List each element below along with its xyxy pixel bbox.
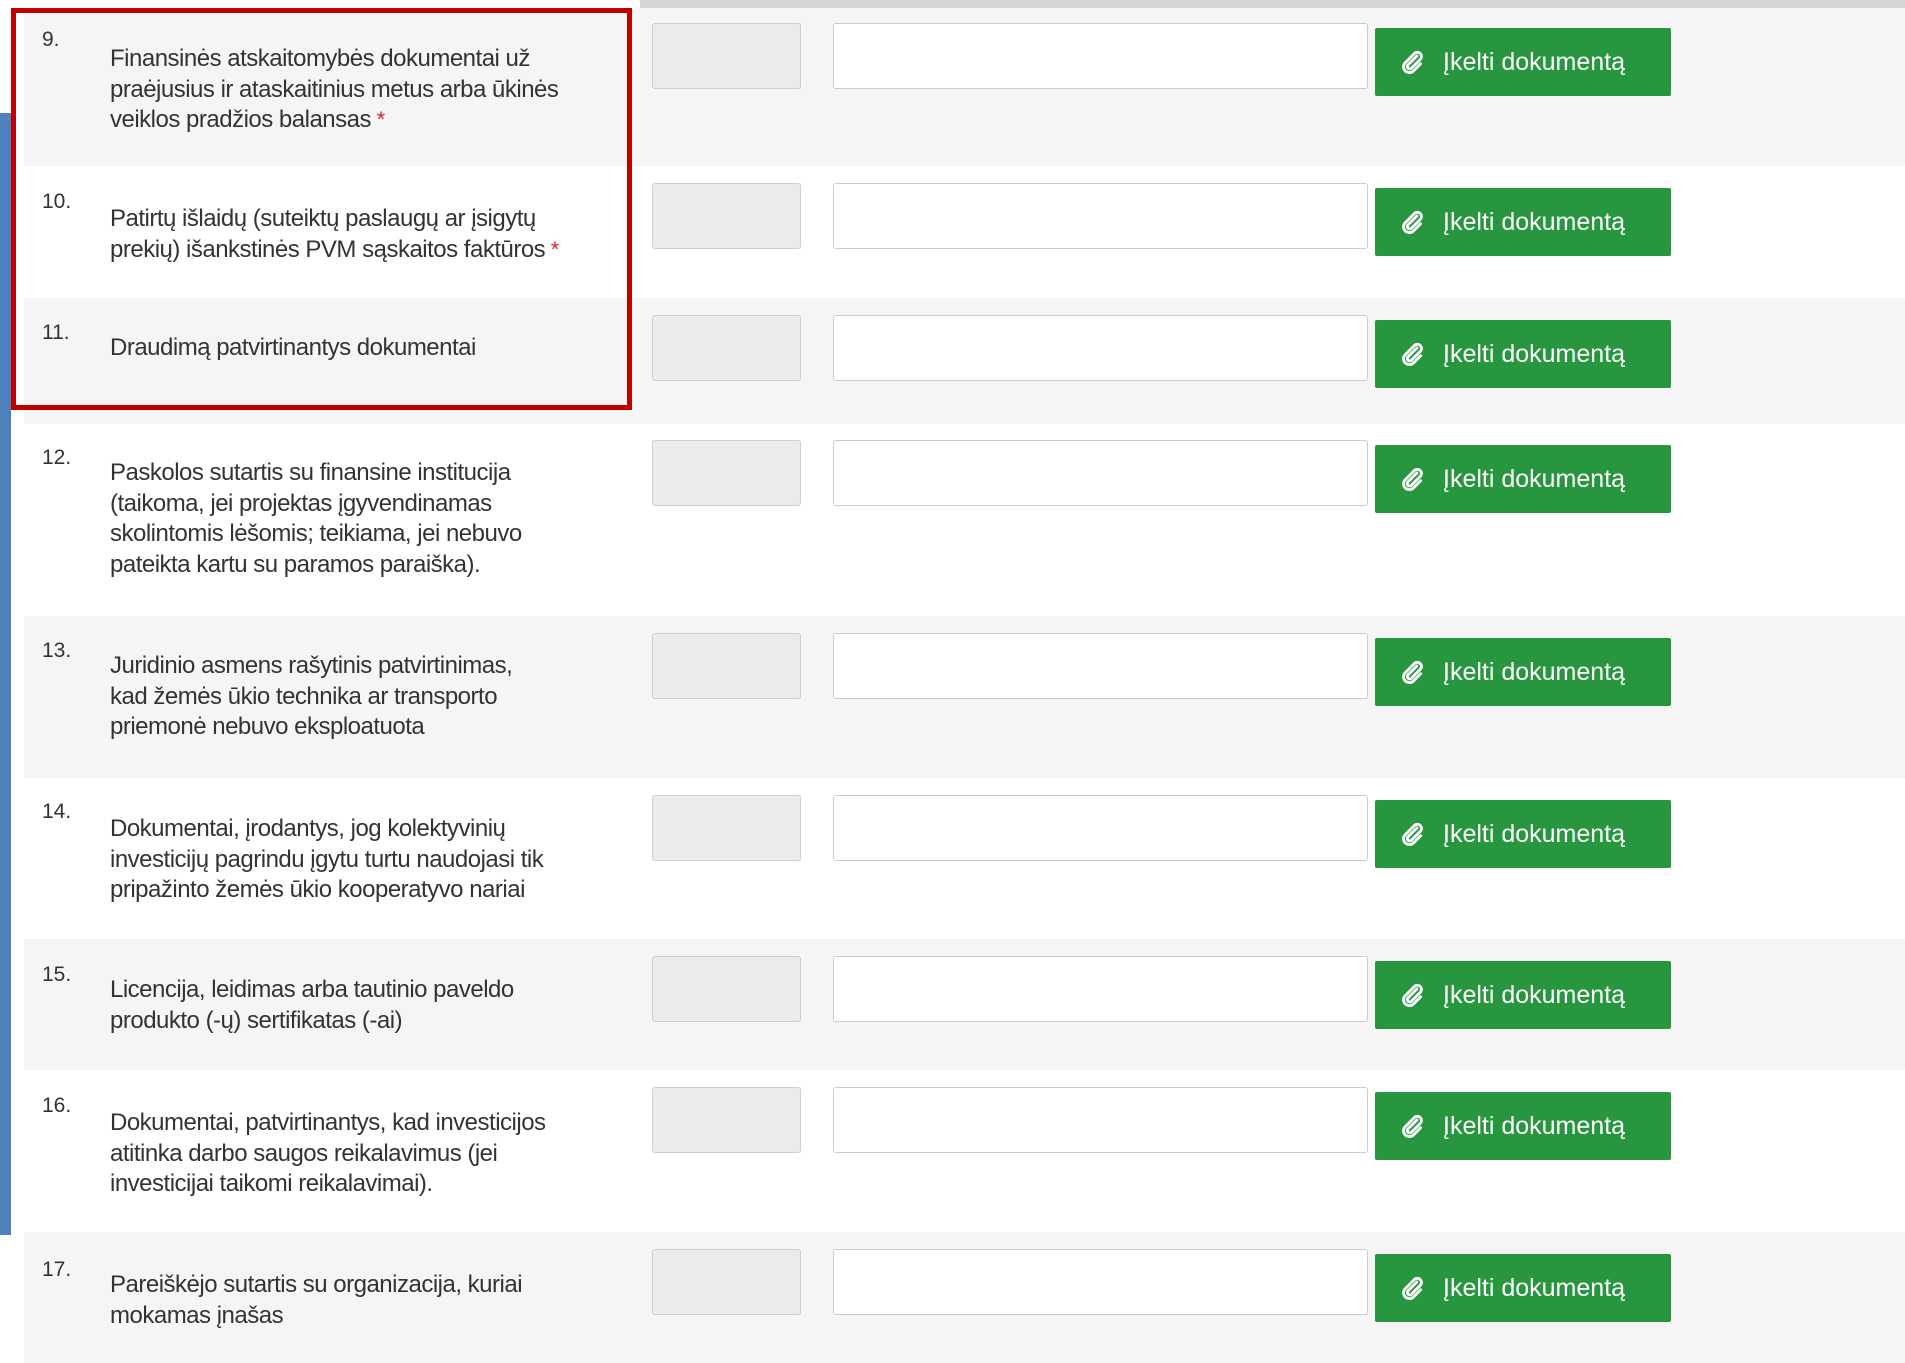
disabled-field	[652, 633, 801, 699]
paperclip-icon	[1399, 821, 1443, 847]
upload-document-button[interactable]: Įkelti dokumentą	[1375, 638, 1671, 706]
document-row: 10. Patirtų išlaidų (suteiktų paslaugų ar…	[24, 166, 1905, 298]
upload-document-button[interactable]: Įkelti dokumentą	[1375, 445, 1671, 513]
document-label-line: praėjusius ir ataskaitinius metus arba ū…	[110, 75, 559, 103]
paperclip-icon	[1399, 466, 1443, 492]
disabled-field	[652, 315, 801, 381]
upload-button-label: Įkelti dokumentą	[1443, 1273, 1626, 1302]
paperclip-icon	[1399, 49, 1443, 75]
document-label: Licencija, leidimas arba tautinio paveld…	[110, 975, 650, 1036]
document-label: Dokumentai, patvirtinantys, kad investic…	[110, 1108, 650, 1200]
document-row: 12. Paskolos sutartis su finansine instit…	[24, 424, 1905, 616]
document-label-line: Paskolos sutartis su finansine instituci…	[110, 459, 511, 486]
row-number: 14.	[42, 800, 72, 823]
upload-document-button[interactable]: Įkelti dokumentą	[1375, 188, 1671, 256]
file-name-field[interactable]	[833, 23, 1368, 89]
file-name-field[interactable]	[833, 315, 1368, 381]
document-row: 17. Pareiškėjo sutartis su organizacija, …	[24, 1232, 1905, 1363]
document-row: 14. Dokumentai, įrodantys, jog kolektyvin…	[24, 778, 1905, 939]
disabled-field	[652, 1087, 801, 1153]
document-label-line: investicijų pagrindu įgytu turtu naudoja…	[110, 845, 544, 873]
upload-button-label: Įkelti dokumentą	[1443, 339, 1626, 368]
upload-button-label: Įkelti dokumentą	[1443, 819, 1626, 848]
row-number: 9.	[42, 28, 60, 51]
upload-button-label: Įkelti dokumentą	[1443, 464, 1626, 493]
document-row: 9. Finansinės atskaitomybės dokumentai už…	[24, 8, 1905, 166]
document-label-line: pripažinto žemės ūkio kooperatyvo nariai	[110, 876, 525, 903]
disabled-field	[652, 23, 801, 89]
document-label-line: Licencija, leidimas arba tautinio paveld…	[110, 976, 514, 1003]
document-label-line: pateikta kartu su paramos paraiška).	[110, 550, 481, 578]
document-label-line: investicijai taikomi reikalavimai).	[110, 1170, 433, 1197]
document-label: Draudimą patvirtinantys dokumentai	[110, 333, 650, 364]
document-row: 11. Draudimą patvirtinantys dokumentai Įke…	[24, 298, 1905, 424]
file-name-field[interactable]	[833, 1249, 1368, 1315]
document-label: Finansinės atskaitomybės dokumentai už pr…	[110, 44, 650, 136]
row-number: 10.	[42, 190, 72, 213]
document-label: Pareiškėjo sutartis su organizacija, kur…	[110, 1270, 650, 1331]
document-label-line: atitinka darbo saugos reikalavimus (jei	[110, 1139, 498, 1167]
document-label: Dokumentai, įrodantys, jog kolektyvinių i…	[110, 814, 650, 906]
document-label-line: veiklos pradžios balansas *	[110, 106, 386, 133]
upload-document-button[interactable]: Įkelti dokumentą	[1375, 320, 1671, 388]
document-label-line: Dokumentai, įrodantys, jog kolektyvinių	[110, 815, 506, 842]
document-label-line: kad žemės ūkio technika ar transporto	[110, 682, 498, 710]
row-number: 15.	[42, 963, 72, 986]
disabled-field	[652, 1249, 801, 1315]
file-name-field[interactable]	[833, 956, 1368, 1022]
paperclip-icon	[1399, 209, 1443, 235]
upload-document-button[interactable]: Įkelti dokumentą	[1375, 800, 1671, 868]
required-asterisk: *	[370, 107, 386, 132]
file-name-field[interactable]	[833, 633, 1368, 699]
document-label-line: mokamas įnašas	[110, 1301, 284, 1329]
left-accent-bar	[0, 113, 11, 1235]
document-label-line: Dokumentai, patvirtinantys, kad investic…	[110, 1109, 546, 1136]
upload-document-button[interactable]: Įkelti dokumentą	[1375, 961, 1671, 1029]
upload-document-button[interactable]: Įkelti dokumentą	[1375, 28, 1671, 96]
file-name-field[interactable]	[833, 1087, 1368, 1153]
file-name-field[interactable]	[833, 183, 1368, 249]
document-label: Patirtų išlaidų (suteiktų paslaugų ar įs…	[110, 204, 650, 265]
upload-button-label: Įkelti dokumentą	[1443, 47, 1626, 76]
row-number: 11.	[42, 321, 70, 344]
document-label-line: (taikoma, jei projektas įgyvendinamas	[110, 489, 492, 517]
upload-button-label: Įkelti dokumentą	[1443, 1111, 1626, 1140]
upload-button-label: Įkelti dokumentą	[1443, 657, 1626, 686]
document-label: Juridinio asmens rašytinis patvirtinimas…	[110, 651, 650, 743]
upload-button-label: Įkelti dokumentą	[1443, 207, 1626, 236]
document-row: 16. Dokumentai, patvirtinantys, kad inves…	[24, 1070, 1905, 1232]
paperclip-icon	[1399, 341, 1443, 367]
disabled-field	[652, 956, 801, 1022]
paperclip-icon	[1399, 982, 1443, 1008]
paperclip-icon	[1399, 1113, 1443, 1139]
disabled-field	[652, 795, 801, 861]
row-number: 16.	[42, 1094, 72, 1117]
upload-document-button[interactable]: Įkelti dokumentą	[1375, 1254, 1671, 1322]
document-label-line: Juridinio asmens rašytinis patvirtinimas…	[110, 652, 513, 679]
row-number: 12.	[42, 446, 72, 469]
document-label-line: Draudimą patvirtinantys dokumentai	[110, 334, 476, 361]
paperclip-icon	[1399, 659, 1443, 685]
document-label-line: prekių) išankstinės PVM sąskaitos faktūr…	[110, 235, 560, 263]
document-label: Paskolos sutartis su finansine instituci…	[110, 458, 650, 580]
upload-document-button[interactable]: Įkelti dokumentą	[1375, 1092, 1671, 1160]
disabled-field	[652, 183, 801, 249]
row-number: 13.	[42, 639, 72, 662]
disabled-field	[652, 440, 801, 506]
document-label-line: produkto (-ų) sertifikatas (-ai)	[110, 1006, 403, 1034]
document-label-line: Pareiškėjo sutartis su organizacija, kur…	[110, 1271, 523, 1298]
document-label-line: skolintomis lėšomis; teikiama, jei nebuv…	[110, 520, 522, 547]
file-name-field[interactable]	[833, 795, 1368, 861]
document-label-line: Finansinės atskaitomybės dokumentai už	[110, 45, 530, 72]
document-row: 13. Juridinio asmens rašytinis patvirtini…	[24, 616, 1905, 778]
paperclip-icon	[1399, 1275, 1443, 1301]
document-label-line: priemonė nebuvo eksploatuota	[110, 713, 425, 740]
file-name-field[interactable]	[833, 440, 1368, 506]
document-row: 15. Licencija, leidimas arba tautinio pav…	[24, 939, 1905, 1070]
upload-button-label: Įkelti dokumentą	[1443, 980, 1626, 1009]
document-label-line: Patirtų išlaidų (suteiktų paslaugų ar įs…	[110, 205, 536, 232]
required-asterisk: *	[545, 236, 560, 262]
row-number: 17.	[42, 1258, 72, 1281]
